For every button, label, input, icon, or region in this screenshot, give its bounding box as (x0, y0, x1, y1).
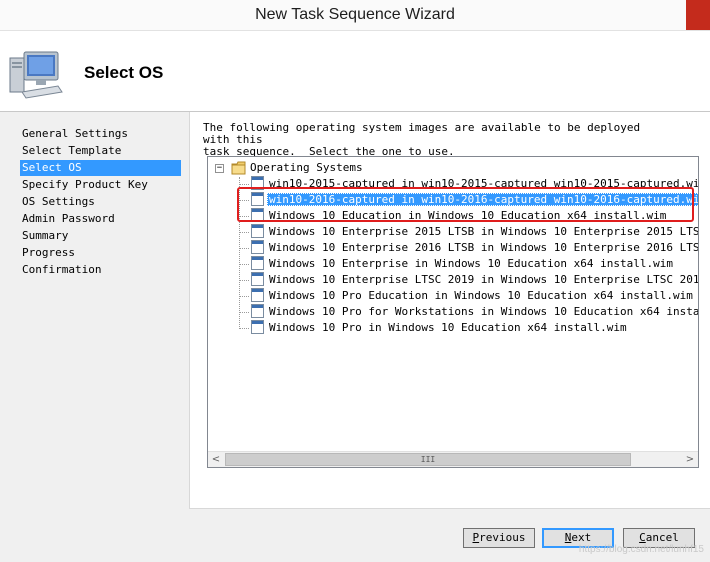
image-file-icon (251, 320, 264, 334)
page-title: Select OS (84, 63, 164, 82)
tree-connector (240, 264, 249, 265)
cancel-button-accel: C (639, 531, 646, 544)
tree-connector (240, 280, 249, 281)
tree-connector (240, 200, 249, 201)
tree-item-os-image[interactable]: win10-2015-captured in win10-2015-captur… (267, 176, 699, 192)
tree-item-os-image[interactable]: Windows 10 Enterprise LTSC 2019 in Windo… (267, 272, 699, 288)
nav-step-general-settings[interactable]: General Settings (20, 126, 181, 142)
wizard-steps-nav: General Settings Select Template Select … (0, 112, 188, 561)
window-title-bar: New Task Sequence Wizard (0, 0, 710, 31)
wizard-header: Select OS (0, 31, 710, 112)
tree-item-label: Windows 10 Pro for Workstations in Windo… (269, 305, 699, 318)
image-file-icon (251, 224, 264, 238)
image-file-icon (251, 272, 264, 286)
image-file-icon (251, 240, 264, 254)
tree-item-os-image[interactable]: Windows 10 Pro for Workstations in Windo… (267, 304, 699, 320)
nav-step-os-settings[interactable]: OS Settings (20, 194, 181, 210)
scrollbar-grip: III (420, 455, 436, 464)
collapse-toggle[interactable]: − (215, 164, 224, 173)
window-title: New Task Sequence Wizard (255, 6, 455, 23)
image-file-icon (251, 176, 264, 190)
tree-connector (240, 232, 249, 233)
tree-connector (240, 312, 249, 313)
tree-root-label: Operating Systems (250, 161, 363, 174)
next-button-label: ext (571, 531, 592, 544)
tree-connector (240, 296, 249, 297)
scrollbar-thumb[interactable]: III (225, 453, 631, 466)
tree-connector (240, 216, 249, 217)
tree-item-label: Windows 10 Enterprise LTSC 2019 in Windo… (269, 273, 699, 286)
nav-step-confirmation[interactable]: Confirmation (20, 262, 181, 278)
tree-item-os-image[interactable]: Windows 10 Education in Windows 10 Educa… (267, 208, 668, 224)
tree-root-node[interactable]: Operating Systems (248, 160, 365, 176)
tree-connector (240, 248, 249, 249)
watermark-text: https://blog.csdn.net/lunhf15 (578, 544, 704, 555)
tree-item-os-image[interactable]: Windows 10 Pro Education in Windows 10 E… (267, 288, 695, 304)
image-file-icon (251, 208, 264, 222)
cancel-button-label: ancel (645, 531, 679, 544)
folder-icon (231, 161, 246, 175)
image-file-icon (251, 304, 264, 318)
tree-item-label: win10-2016-captured in win10-2016-captur… (267, 193, 698, 206)
tree-item-os-image[interactable]: Windows 10 Pro in Windows 10 Education x… (267, 320, 629, 336)
tree-item-label: win10-2015-captured in win10-2015-captur… (269, 177, 699, 190)
tree-item-label: Windows 10 Enterprise 2015 LTSB in Windo… (269, 225, 699, 238)
scroll-right-arrow-icon[interactable]: > (682, 452, 698, 467)
tree-item-label: Windows 10 Enterprise in Windows 10 Educ… (269, 257, 673, 270)
os-image-tree[interactable]: − Operating Systems win10-2015-captured … (207, 156, 699, 468)
close-window-button[interactable] (686, 0, 710, 30)
nav-step-select-template[interactable]: Select Template (20, 143, 181, 159)
nav-step-admin-password[interactable]: Admin Password (20, 211, 181, 227)
tree-item-label: Windows 10 Pro Education in Windows 10 E… (269, 289, 693, 302)
tree-connector (240, 328, 249, 329)
tree-item-label: Windows 10 Enterprise 2016 LTSB in Windo… (269, 241, 699, 254)
nav-step-specify-product-key[interactable]: Specify Product Key (20, 177, 181, 193)
tree-item-os-image-selected[interactable]: win10-2016-captured in win10-2016-captur… (267, 192, 698, 208)
nav-step-summary[interactable]: Summary (20, 228, 181, 244)
intro-text: The following operating system images ar… (203, 121, 641, 158)
computer-monitor-icon (9, 51, 63, 99)
tree-item-label: Windows 10 Education in Windows 10 Educa… (269, 209, 667, 222)
previous-button-label: revious (479, 531, 526, 544)
nav-step-select-os[interactable]: Select OS (20, 160, 181, 176)
nav-step-progress[interactable]: Progress (20, 245, 181, 261)
scroll-left-arrow-icon[interactable]: < (208, 452, 224, 467)
tree-item-os-image[interactable]: Windows 10 Enterprise in Windows 10 Educ… (267, 256, 675, 272)
horizontal-scrollbar[interactable]: < III > (208, 451, 698, 467)
tree-connector (240, 184, 249, 185)
content-panel: The following operating system images ar… (189, 112, 710, 508)
image-file-icon (251, 288, 264, 302)
tree-item-os-image[interactable]: Windows 10 Enterprise 2016 LTSB in Windo… (267, 240, 699, 256)
previous-button[interactable]: Previous (463, 528, 535, 548)
tree-item-os-image[interactable]: Windows 10 Enterprise 2015 LTSB in Windo… (267, 224, 699, 240)
tree-item-label: Windows 10 Pro in Windows 10 Education x… (269, 321, 627, 334)
image-file-icon (251, 192, 264, 206)
image-file-icon (251, 256, 264, 270)
